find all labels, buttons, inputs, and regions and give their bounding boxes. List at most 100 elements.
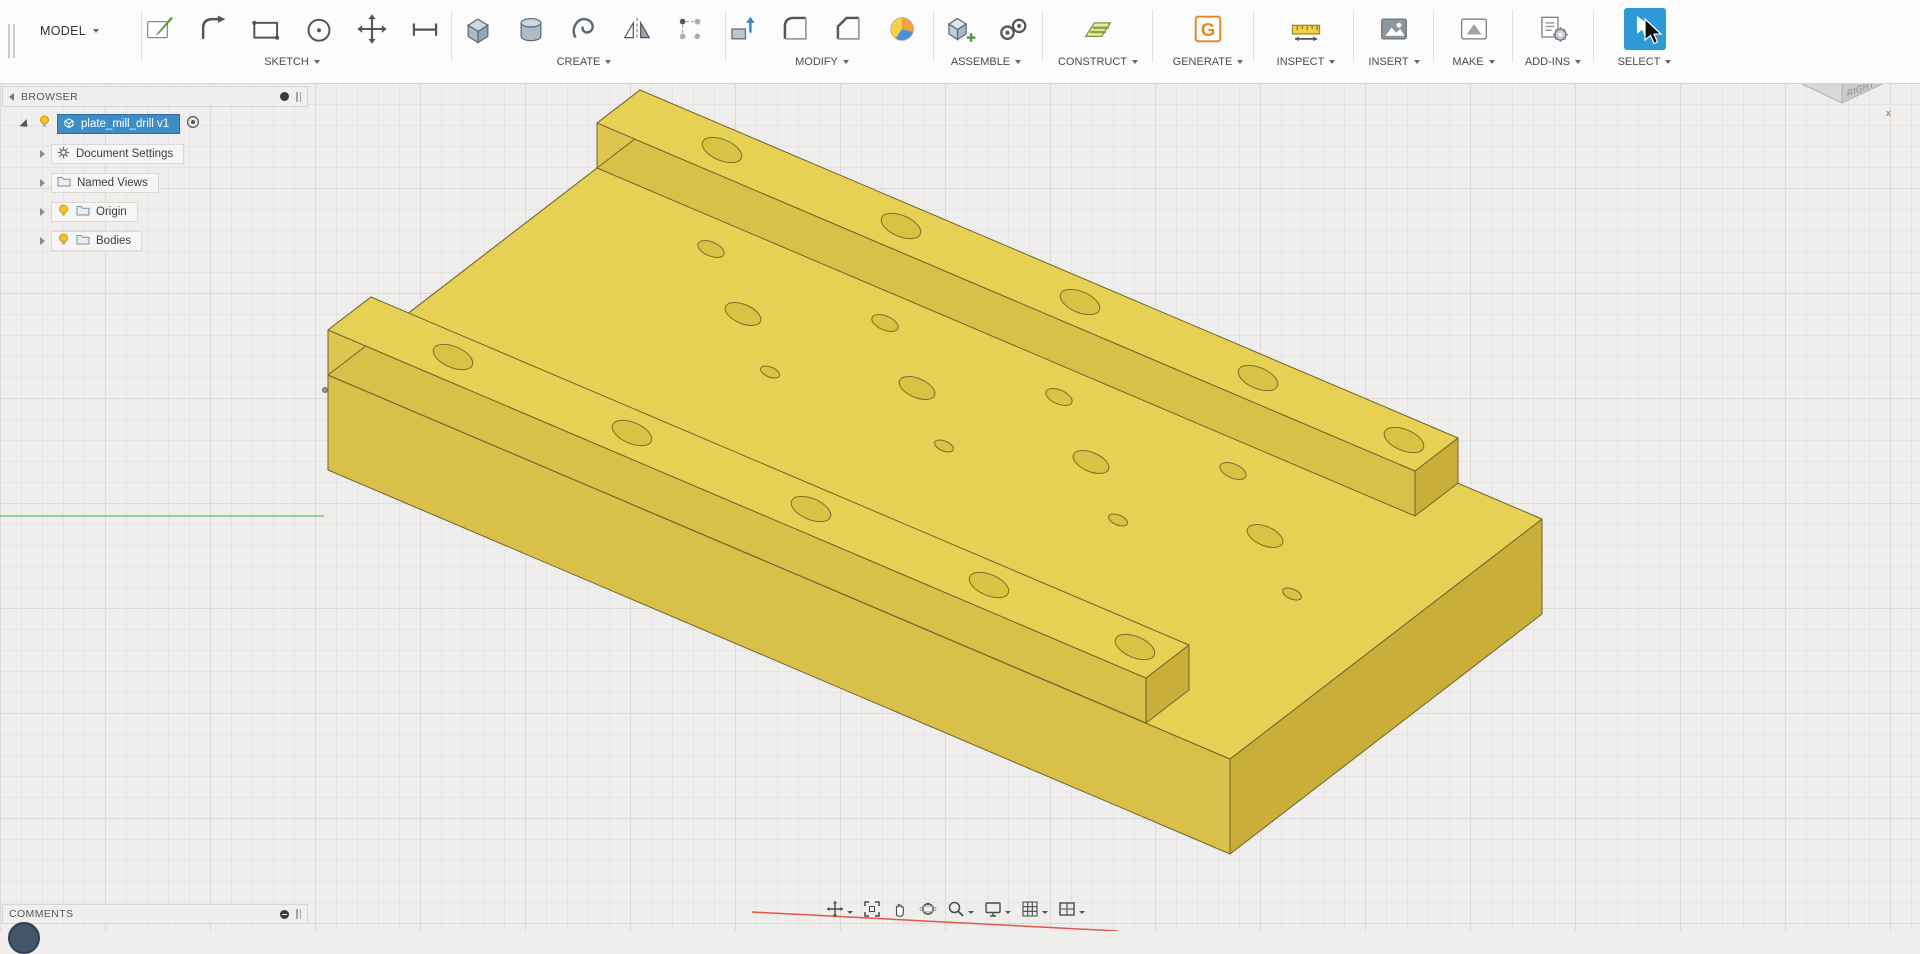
workspace-switcher[interactable]: MODEL xyxy=(40,24,99,38)
folder-icon xyxy=(76,234,90,248)
box-icon[interactable] xyxy=(460,9,496,49)
appearance-icon[interactable] xyxy=(884,9,920,49)
assemble-menu[interactable]: ASSEMBLE xyxy=(951,56,1021,68)
gear-icon xyxy=(57,146,70,162)
collapsed-arrow-icon[interactable] xyxy=(40,150,45,158)
sketch-arc-icon[interactable] xyxy=(195,9,231,49)
sketch-move-icon[interactable] xyxy=(354,9,390,49)
rectangle-icon[interactable] xyxy=(248,9,284,49)
avatar[interactable] xyxy=(8,922,40,954)
collapse-panel-icon[interactable] xyxy=(9,93,14,101)
display-settings-icon xyxy=(984,900,1002,918)
slot-icon[interactable] xyxy=(407,9,443,49)
group-create: CREATE xyxy=(449,5,719,68)
select-menu[interactable]: SELECT xyxy=(1618,56,1672,68)
construct-menu[interactable]: CONSTRUCT xyxy=(1058,56,1138,68)
add-comment-icon[interactable] xyxy=(280,910,289,919)
inspect-menu[interactable]: INSPECT xyxy=(1277,56,1336,68)
bodies-label: Bodies xyxy=(96,235,131,247)
make-icon[interactable] xyxy=(1456,9,1492,49)
comments-title: COMMENTS xyxy=(9,908,273,920)
fillet-icon[interactable] xyxy=(778,9,814,49)
chevron-down-icon xyxy=(1079,911,1085,914)
chevron-down-icon xyxy=(1005,911,1011,914)
addins-icon[interactable] xyxy=(1535,9,1571,49)
new-component-icon[interactable] xyxy=(942,9,978,49)
visibility-bulb-icon[interactable] xyxy=(57,233,70,249)
chevron-down-icon xyxy=(605,60,611,64)
coil-icon[interactable] xyxy=(566,9,602,49)
tree-row-root[interactable]: plate_mill_drill v1 xyxy=(22,113,200,135)
joint-icon[interactable] xyxy=(995,9,1031,49)
collapsed-arrow-icon[interactable] xyxy=(40,208,45,216)
origin-label: Origin xyxy=(96,206,127,218)
tree-row-bodies[interactable]: Bodies xyxy=(40,230,142,252)
expanded-arrow-icon[interactable] xyxy=(20,119,35,134)
sketch-menu[interactable]: SKETCH xyxy=(264,56,320,68)
panel-grip-icon[interactable] xyxy=(296,92,301,102)
toolbar-grip[interactable] xyxy=(8,24,16,58)
panel-options-icon[interactable] xyxy=(280,92,289,101)
collapsed-arrow-icon[interactable] xyxy=(40,179,45,187)
activate-radio-icon[interactable] xyxy=(186,115,200,134)
zoom-button[interactable] xyxy=(947,900,974,918)
main-toolbar: MODEL SKETCH CREA xyxy=(0,0,1920,84)
generate-menu[interactable]: GENERATE xyxy=(1173,56,1244,68)
origin-item[interactable]: Origin xyxy=(51,202,138,222)
chevron-down-icon xyxy=(968,911,974,914)
group-modify: MODIFY xyxy=(717,5,927,68)
group-select: SELECT xyxy=(1602,5,1687,68)
comments-panel[interactable]: COMMENTS xyxy=(2,904,308,924)
bodies-item[interactable]: Bodies xyxy=(51,231,142,251)
generate-icon[interactable]: G xyxy=(1190,9,1226,49)
root-component-item[interactable]: plate_mill_drill v1 xyxy=(57,114,180,134)
chevron-down-icon xyxy=(1575,60,1581,64)
browser-panel: BROWSER plate_mill_drill v1 Document Set… xyxy=(2,86,308,107)
visibility-bulb-icon[interactable] xyxy=(57,204,70,220)
group-make: MAKE xyxy=(1434,5,1513,68)
named-views-item[interactable]: Named Views xyxy=(51,173,159,193)
cylinder-icon[interactable] xyxy=(513,9,549,49)
view-navbar xyxy=(826,900,1085,918)
press-pull-icon[interactable] xyxy=(725,9,761,49)
tree-row-named-views[interactable]: Named Views xyxy=(40,172,159,194)
pan-icon xyxy=(826,900,844,918)
make-menu[interactable]: MAKE xyxy=(1452,56,1494,68)
create-sketch-icon[interactable] xyxy=(142,9,178,49)
circle-icon[interactable] xyxy=(301,9,337,49)
axis-x-label: x xyxy=(1886,108,1891,119)
insert-menu[interactable]: INSERT xyxy=(1368,56,1419,68)
grid-snaps-button[interactable] xyxy=(1021,900,1048,918)
group-construct: CONSTRUCT xyxy=(1043,5,1153,68)
plane-icon[interactable] xyxy=(1080,9,1116,49)
measure-icon[interactable] xyxy=(1288,9,1324,49)
browser-header[interactable]: BROWSER xyxy=(2,86,308,107)
insert-image-icon[interactable] xyxy=(1376,9,1412,49)
collapsed-arrow-icon[interactable] xyxy=(40,237,45,245)
display-settings-button[interactable] xyxy=(984,900,1011,918)
pan-hand-button[interactable] xyxy=(891,900,909,918)
document-settings-item[interactable]: Document Settings xyxy=(51,144,184,164)
modify-menu[interactable]: MODIFY xyxy=(795,56,849,68)
panel-grip-icon[interactable] xyxy=(296,909,301,919)
chamfer-icon[interactable] xyxy=(831,9,867,49)
tree-row-origin[interactable]: Origin xyxy=(40,201,138,223)
orbit-button[interactable] xyxy=(919,900,937,918)
viewport-canvas[interactable] xyxy=(0,83,1920,931)
group-inspect: INSPECT xyxy=(1256,5,1356,68)
group-assemble: ASSEMBLE xyxy=(931,5,1041,68)
create-menu[interactable]: CREATE xyxy=(557,56,612,68)
group-generate: G GENERATE xyxy=(1158,5,1258,68)
select-icon[interactable] xyxy=(1624,8,1666,50)
mirror-icon[interactable] xyxy=(619,9,655,49)
pattern-icon[interactable] xyxy=(672,9,708,49)
pan-orbit-button[interactable] xyxy=(826,900,853,918)
folder-icon xyxy=(76,205,90,219)
tree-row-document-settings[interactable]: Document Settings xyxy=(40,143,184,165)
addins-menu[interactable]: ADD-INS xyxy=(1525,56,1581,68)
fit-button[interactable] xyxy=(863,900,881,918)
group-sketch: SKETCH xyxy=(137,5,447,68)
visibility-bulb-icon[interactable] xyxy=(38,115,51,133)
viewports-button[interactable] xyxy=(1058,900,1085,918)
chevron-down-icon xyxy=(314,60,320,64)
